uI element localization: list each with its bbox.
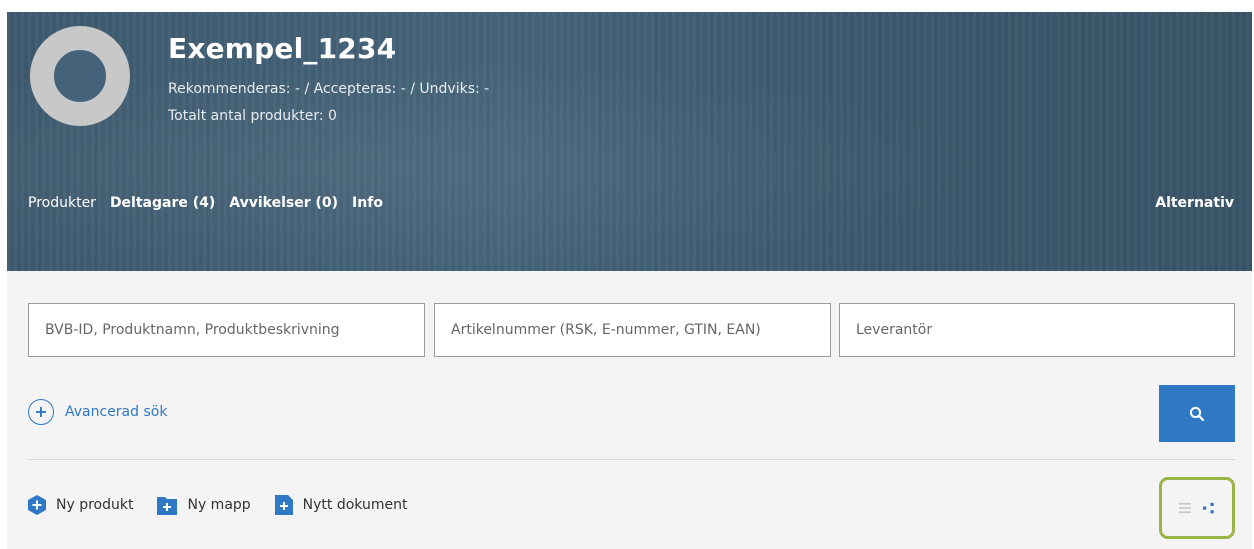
- header-banner: Exempel_1234 Rekommenderas: - / Accepter…: [7, 12, 1252, 271]
- options-menu[interactable]: Alternativ: [1155, 195, 1234, 211]
- product-hexagon-icon: [28, 495, 46, 515]
- plus-circle-icon: +: [28, 399, 54, 425]
- total-products: Totalt antal produkter: 0: [168, 108, 337, 124]
- search-icon: [1189, 406, 1205, 421]
- tab-avvikelser[interactable]: Avvikelser (0): [229, 195, 338, 211]
- divider: [28, 459, 1235, 460]
- new-folder-button[interactable]: Ny mapp: [156, 494, 251, 516]
- rating-summary: Rekommenderas: - / Accepteras: - / Undvi…: [168, 81, 490, 97]
- name-search-input[interactable]: [28, 303, 425, 357]
- tab-info[interactable]: Info: [352, 195, 383, 211]
- view-toggle: [1159, 477, 1235, 539]
- page-title: Exempel_1234: [168, 32, 397, 65]
- list-view-icon[interactable]: [1178, 502, 1192, 514]
- document-plus-icon: [274, 495, 293, 515]
- folder-plus-icon: [157, 497, 178, 515]
- tab-produkter[interactable]: Produkter: [28, 195, 96, 211]
- advanced-search-link[interactable]: + Avancerad sök: [28, 399, 167, 425]
- new-document-button[interactable]: Nytt dokument: [274, 494, 408, 516]
- article-search-input[interactable]: [434, 303, 831, 357]
- new-product-label: Ny produkt: [56, 497, 134, 513]
- new-product-button[interactable]: Ny produkt: [27, 494, 133, 516]
- new-document-label: Nytt dokument: [302, 497, 408, 513]
- tab-deltagare[interactable]: Deltagare (4): [110, 195, 215, 211]
- advanced-search-label: Avancerad sök: [65, 404, 168, 420]
- new-folder-label: Ny mapp: [187, 497, 251, 513]
- search-button[interactable]: [1159, 385, 1235, 442]
- tree-view-icon[interactable]: [1202, 502, 1216, 514]
- tab-bar: Produkter Deltagare (4) Avvikelser (0) I…: [28, 195, 397, 211]
- action-bar: Ny produkt Ny mapp Nytt dokument: [27, 494, 430, 516]
- avatar: [30, 26, 130, 126]
- page-frame: Exempel_1234 Rekommenderas: - / Accepter…: [7, 12, 1252, 549]
- supplier-search-input[interactable]: [839, 303, 1235, 357]
